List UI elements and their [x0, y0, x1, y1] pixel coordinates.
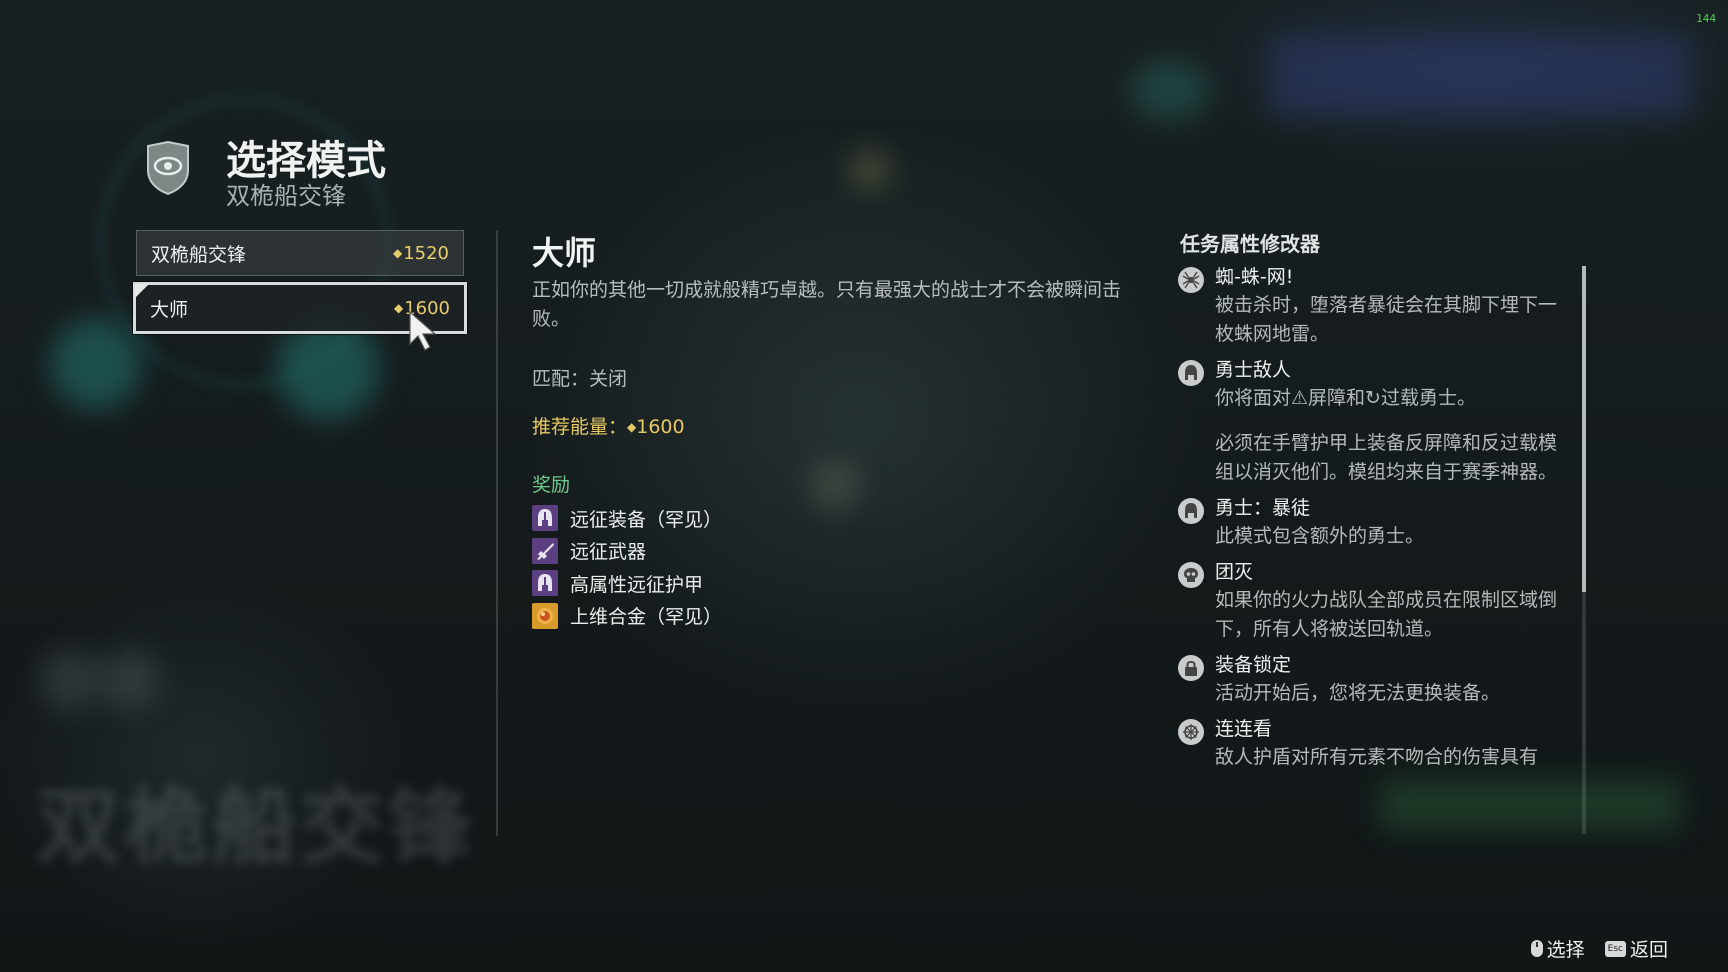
- modifier-item: 蜘-蛛-网! 被击杀时，堕落者暴徒会在其脚下埋下一枚蛛网地雷。: [1178, 264, 1568, 349]
- mode-detail-title: 大师: [532, 234, 597, 272]
- fps-counter: 144: [1696, 12, 1716, 25]
- modifier-item: 连连看 敌人护盾对所有元素不吻合的伤害具有: [1178, 716, 1568, 772]
- modifiers-list[interactable]: 蜘-蛛-网! 被击杀时，堕落者暴徒会在其脚下埋下一枚蛛网地雷。 勇士敌人 你将面…: [1178, 264, 1568, 834]
- blurred-node: [850, 150, 890, 190]
- vanguard-shield-icon: [147, 140, 189, 196]
- reward-item[interactable]: 上维合金（罕见）: [532, 600, 722, 633]
- weapon-icon: [532, 537, 558, 564]
- rewards-list: 远征装备（罕见） 远征武器 高属性远征护甲 上维合金（罕见）: [532, 502, 722, 632]
- blurred-banner: [1270, 36, 1690, 116]
- mode-option-normal[interactable]: 双桅船交锋 ◆1520: [136, 230, 464, 276]
- matchmaking-status: 匹配：关闭: [532, 368, 628, 390]
- divider: [496, 230, 498, 836]
- modifier-item: 装备锁定 活动开始后，您将无法更换装备。: [1178, 652, 1568, 708]
- blurred-node: [100, 650, 160, 710]
- modifier-item: 勇士敌人 你将面对⚠屏障和↻过载勇士。 必须在手臂护甲上装备反屏障和反过载模组以…: [1178, 357, 1568, 487]
- page-subtitle: 双桅船交锋: [226, 182, 346, 210]
- skull-icon: [1178, 562, 1204, 588]
- esc-key-icon: Esc: [1604, 940, 1626, 957]
- champion-icon: [1178, 360, 1204, 386]
- recommended-power: 推荐能量：◆1600: [532, 416, 685, 438]
- blurred-activity-name: 双桅船交锋: [36, 778, 477, 876]
- champion-icon: [1178, 498, 1204, 524]
- footer-prompts: 选择 Esc 返回: [1530, 935, 1668, 962]
- spider-icon: [1178, 267, 1204, 293]
- rewards-heading: 奖励: [532, 474, 571, 496]
- power-icon: ◆: [393, 300, 404, 315]
- match-game-icon: [1178, 719, 1204, 745]
- helmet-icon: [532, 570, 558, 597]
- blurred-node: [40, 650, 100, 710]
- reward-item[interactable]: 远征武器: [532, 535, 722, 568]
- blurred-node: [50, 318, 142, 410]
- modifier-item: 勇士：暴徒 此模式包含额外的勇士。: [1178, 495, 1568, 551]
- ascendant-alloy-icon: [532, 602, 558, 629]
- mode-label: 大师: [150, 298, 189, 321]
- power-icon: ◆: [392, 245, 403, 260]
- mouse-icon: [1530, 940, 1543, 957]
- blurred-node: [810, 460, 860, 510]
- mode-power: ◆1520: [392, 242, 449, 264]
- reward-item[interactable]: 高属性远征护甲: [532, 567, 722, 600]
- mouse-cursor-icon: [409, 310, 437, 351]
- helmet-icon: [532, 505, 558, 532]
- modifiers-heading: 任务属性修改器: [1180, 232, 1320, 256]
- modifier-item: 团灭 如果你的火力战队全部成员在限制区域倒下，所有人将被送回轨道。: [1178, 559, 1568, 644]
- select-button[interactable]: 选择: [1530, 935, 1585, 962]
- selected-corner-marker: [135, 284, 149, 298]
- mode-description: 正如你的其他一切成就般精巧卓越。只有最强大的战士才不会被瞬间击败。: [532, 279, 1122, 330]
- reward-item[interactable]: 远征装备（罕见）: [532, 502, 722, 535]
- lock-icon: [1178, 655, 1204, 681]
- blurred-node: [1130, 60, 1210, 120]
- power-icon: ◆: [627, 420, 637, 434]
- mode-label: 双桅船交锋: [151, 243, 247, 266]
- back-button[interactable]: Esc 返回: [1604, 935, 1668, 962]
- modifiers-scrollbar-thumb[interactable]: [1582, 266, 1586, 592]
